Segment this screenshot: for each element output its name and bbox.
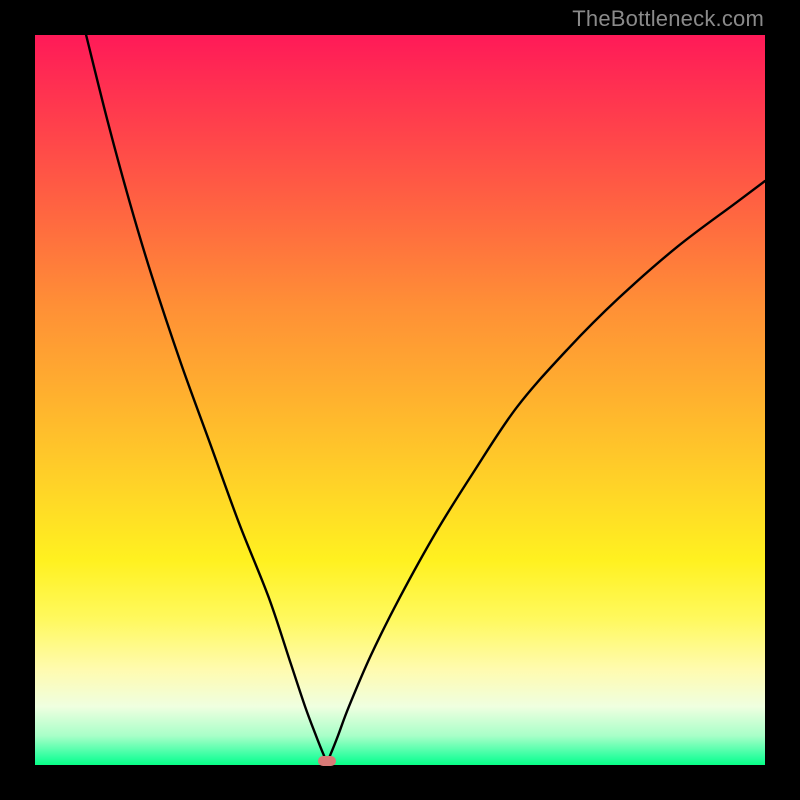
watermark-text: TheBottleneck.com xyxy=(572,6,764,32)
bottleneck-curve xyxy=(35,35,765,765)
minimum-marker xyxy=(318,756,336,766)
chart-frame: TheBottleneck.com xyxy=(0,0,800,800)
plot-area xyxy=(35,35,765,765)
